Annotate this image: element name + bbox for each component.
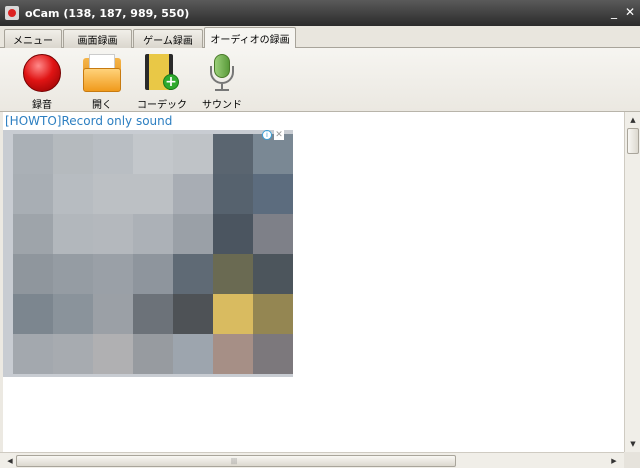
- vertical-scroll-thumb[interactable]: [627, 128, 639, 154]
- ad-pixel-block: [253, 254, 293, 294]
- ad-pixel-block: [53, 334, 93, 374]
- ad-pixel-block: [133, 174, 173, 214]
- ad-pixel-block: [93, 334, 133, 374]
- ad-pixel-block: [213, 334, 253, 374]
- horizontal-scrollbar[interactable]: ◀ ||| ▶: [0, 452, 624, 468]
- toolbar: 録音 開く + コーデック サウンド: [0, 48, 640, 112]
- ad-info-icon[interactable]: i: [262, 130, 272, 140]
- ad-pixel-block: [253, 134, 293, 174]
- ad-pixel-block: [173, 214, 213, 254]
- ad-pixel-block: [13, 174, 53, 214]
- ocam-window: oCam (138, 187, 989, 550) _ ✕ メニュー 画面録画 …: [0, 0, 640, 468]
- ad-pixel-block: [253, 214, 293, 254]
- ad-pixel-block: [213, 254, 253, 294]
- ad-pixel-block: [173, 174, 213, 214]
- ad-pixel-block: [133, 294, 173, 334]
- window-title: oCam (138, 187, 989, 550): [25, 6, 190, 20]
- ad-pixel-block: [213, 214, 253, 254]
- ad-pixel-block: [93, 254, 133, 294]
- ad-pixel-block: [93, 294, 133, 334]
- ad-pixel-block: [253, 334, 293, 374]
- ad-pixel-block: [173, 254, 213, 294]
- open-label: 開く: [92, 100, 112, 111]
- close-button[interactable]: ✕: [623, 5, 637, 19]
- ad-pixel-block: [13, 294, 53, 334]
- ad-pixel-block: [53, 174, 93, 214]
- scroll-left-arrow-icon[interactable]: ◀: [4, 455, 16, 467]
- tab-menu[interactable]: メニュー: [4, 29, 62, 49]
- web-content-area: [HOWTO]Record only sound i ✕: [3, 112, 624, 452]
- record-icon: [23, 54, 61, 92]
- sound-label: サウンド: [202, 100, 242, 111]
- sound-button[interactable]: サウンド: [192, 52, 252, 111]
- ad-pixel-block: [213, 134, 253, 174]
- codec-film-icon: +: [143, 54, 181, 92]
- ad-pixel-block: [213, 174, 253, 214]
- scroll-down-arrow-icon[interactable]: ▼: [627, 438, 639, 450]
- ad-pixel-block: [173, 134, 213, 174]
- tab-game-record[interactable]: ゲーム録画: [133, 29, 203, 49]
- ad-pixel-block: [53, 254, 93, 294]
- ad-pixel-block: [93, 134, 133, 174]
- tab-bar: メニュー 画面録画 ゲーム録画 オーディオの録画: [0, 26, 640, 49]
- horizontal-scroll-thumb[interactable]: |||: [16, 455, 456, 467]
- ad-pixel-block: [253, 174, 293, 214]
- record-button[interactable]: 録音: [12, 52, 72, 111]
- ad-pixel-block: [133, 134, 173, 174]
- codec-button[interactable]: + コーデック: [132, 52, 192, 111]
- ad-pixel-block: [53, 294, 93, 334]
- ad-pixel-block: [53, 214, 93, 254]
- codec-label: コーデック: [137, 100, 187, 111]
- scrollbar-corner: [624, 452, 640, 468]
- ad-pixel-block: [253, 294, 293, 334]
- minimize-button[interactable]: _: [607, 5, 621, 19]
- microphone-icon: [203, 54, 241, 92]
- title-bar[interactable]: oCam (138, 187, 989, 550) _ ✕: [0, 0, 640, 26]
- scroll-up-arrow-icon[interactable]: ▲: [627, 114, 639, 126]
- tab-screen-record[interactable]: 画面録画: [63, 29, 132, 49]
- howto-record-sound-link[interactable]: [HOWTO]Record only sound: [5, 114, 172, 128]
- vertical-scrollbar[interactable]: ▲ ▼: [624, 112, 640, 452]
- ocam-app-icon: [5, 6, 19, 20]
- scroll-right-arrow-icon[interactable]: ▶: [608, 455, 620, 467]
- ad-pixel-block: [133, 334, 173, 374]
- ad-choices[interactable]: i ✕: [262, 130, 288, 140]
- ad-pixel-block: [13, 334, 53, 374]
- ad-pixel-block: [53, 134, 93, 174]
- ad-pixel-block: [13, 254, 53, 294]
- open-button[interactable]: 開く: [72, 52, 132, 111]
- ad-pixel-block: [93, 174, 133, 214]
- folder-icon: [83, 54, 121, 92]
- ad-pixel-block: [13, 214, 53, 254]
- ad-banner-image[interactable]: [3, 130, 293, 377]
- ad-pixel-block: [173, 294, 213, 334]
- record-label: 録音: [32, 100, 52, 111]
- ad-close-icon[interactable]: ✕: [274, 130, 284, 140]
- ad-pixel-block: [13, 134, 53, 174]
- ad-pixel-block: [93, 214, 133, 254]
- tab-audio-record[interactable]: オーディオの録画: [204, 27, 296, 49]
- ad-pixel-block: [213, 294, 253, 334]
- ad-pixel-block: [173, 334, 213, 374]
- scroll-grip-icon: |||: [231, 458, 238, 465]
- ad-pixel-block: [133, 254, 173, 294]
- ad-pixel-block: [133, 214, 173, 254]
